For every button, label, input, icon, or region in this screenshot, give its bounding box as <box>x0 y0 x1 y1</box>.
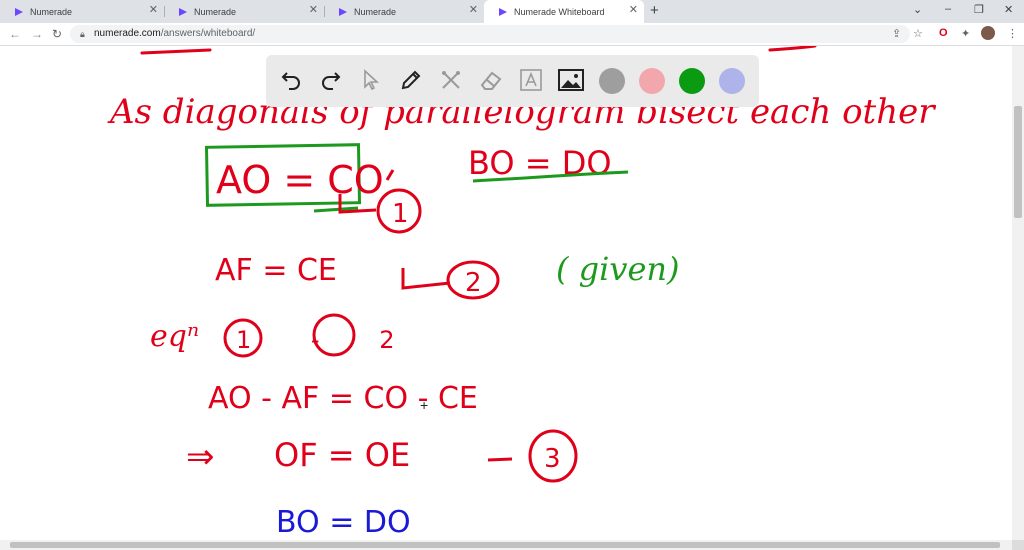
numerade-favicon-icon <box>14 7 24 17</box>
eq-of-oe: OF = OE <box>274 436 410 474</box>
pointer-icon[interactable] <box>358 67 384 93</box>
whiteboard-toolbar <box>266 55 759 107</box>
redo-icon[interactable] <box>318 67 344 93</box>
whiteboard-canvas[interactable]: As diagonals of parallelogram bisect eac… <box>0 46 1012 540</box>
vertical-scroll-thumb[interactable] <box>1014 106 1022 218</box>
scissors-icon[interactable] <box>438 67 464 93</box>
tab-label: Numerade Whiteboard <box>514 6 605 17</box>
eqn-ref: eqⁿ <box>150 319 199 354</box>
horizontal-scrollbar[interactable] <box>0 540 1012 550</box>
tab-numerade-1[interactable]: Numerade ✕ <box>0 0 164 23</box>
url-path: /answers/whiteboard/ <box>160 28 256 39</box>
tab-strip: Numerade ✕ Numerade ✕ Numerade ✕ Numerad… <box>0 0 1024 23</box>
numerade-favicon-icon <box>178 7 188 17</box>
opera-extension-icon[interactable]: O <box>939 27 948 39</box>
pen-icon[interactable] <box>398 67 424 93</box>
eq-subtraction: AO - AF = CO - CE <box>208 381 478 416</box>
handwriting-layer: As diagonals of parallelogram bisect eac… <box>107 46 936 540</box>
scrollbar-corner <box>1012 540 1024 550</box>
url-domain: numerade.com <box>94 28 161 39</box>
bookmark-star-icon[interactable]: ☆ <box>913 27 923 40</box>
more-menu-icon[interactable]: ⋮ <box>1007 27 1018 40</box>
eq-af-ce: AF = CE <box>215 253 337 288</box>
address-bar: ← → ↻ 🔒︎ numerade.com/answers/whiteboard… <box>0 23 1024 46</box>
close-tab-icon[interactable]: ✕ <box>469 5 478 16</box>
close-tab-icon[interactable]: ✕ <box>149 5 158 16</box>
eq-bo-do-blue: BO = DO <box>276 505 411 540</box>
eq-ao-co: AO = CO <box>216 158 384 202</box>
reload-button[interactable]: ↻ <box>52 27 62 41</box>
label-2: 2 <box>465 268 482 298</box>
close-window-button[interactable]: ✕ <box>1004 3 1013 16</box>
numerade-favicon-icon <box>498 7 508 17</box>
horizontal-scroll-thumb[interactable] <box>10 542 1000 548</box>
given-note: ( given) <box>556 250 679 288</box>
label-1: 1 <box>392 199 409 229</box>
red-stroke-top <box>768 46 817 52</box>
red-stroke-top <box>140 48 212 55</box>
forward-button[interactable]: → <box>31 27 43 41</box>
back-button[interactable]: ← <box>9 27 21 41</box>
red-tick <box>385 169 395 181</box>
eq-1-minus-2: 1 - 2 <box>236 326 420 354</box>
red-connector-2 <box>401 268 451 290</box>
tab-numerade-whiteboard[interactable]: Numerade Whiteboard ✕ <box>484 0 644 23</box>
label-3: 3 <box>544 444 561 474</box>
color-swatch-green[interactable] <box>679 68 705 94</box>
color-swatch-pink[interactable] <box>639 68 665 94</box>
maximize-button[interactable]: ❐ <box>974 3 984 16</box>
tab-label: Numerade <box>354 6 397 17</box>
undo-icon[interactable] <box>278 67 304 93</box>
color-swatch-gray[interactable] <box>599 68 625 94</box>
extensions-puzzle-icon[interactable]: ✦ <box>961 27 970 40</box>
color-swatch-lavender[interactable] <box>719 68 745 94</box>
tab-search-icon[interactable]: ⌄ <box>913 3 922 16</box>
tab-numerade-3[interactable]: Numerade ✕ <box>324 0 484 23</box>
url-field[interactable]: 🔒︎ numerade.com/answers/whiteboard/ ⇪ <box>70 25 910 43</box>
tab-label: Numerade <box>30 6 73 17</box>
vertical-scrollbar[interactable] <box>1012 46 1024 540</box>
share-icon[interactable]: ⇪ <box>892 27 901 40</box>
tab-numerade-2[interactable]: Numerade ✕ <box>164 0 324 23</box>
numerade-favicon-icon <box>338 7 348 17</box>
lock-icon: 🔒︎ <box>80 29 85 39</box>
url-text: numerade.com/answers/whiteboard/ <box>94 28 255 39</box>
image-icon[interactable] <box>558 67 584 93</box>
new-tab-button[interactable]: + <box>650 3 659 18</box>
implies-arrow: ⇒ <box>186 437 215 477</box>
minimize-button[interactable]: – <box>945 3 951 15</box>
close-tab-icon[interactable]: ✕ <box>309 5 318 16</box>
crosshair-cursor-icon: + <box>420 397 429 413</box>
text-icon[interactable] <box>518 67 544 93</box>
avatar[interactable] <box>981 26 995 40</box>
eraser-icon[interactable] <box>478 67 504 93</box>
close-tab-icon[interactable]: ✕ <box>629 5 638 16</box>
red-dash-3 <box>487 457 513 462</box>
tab-label: Numerade <box>194 6 237 17</box>
